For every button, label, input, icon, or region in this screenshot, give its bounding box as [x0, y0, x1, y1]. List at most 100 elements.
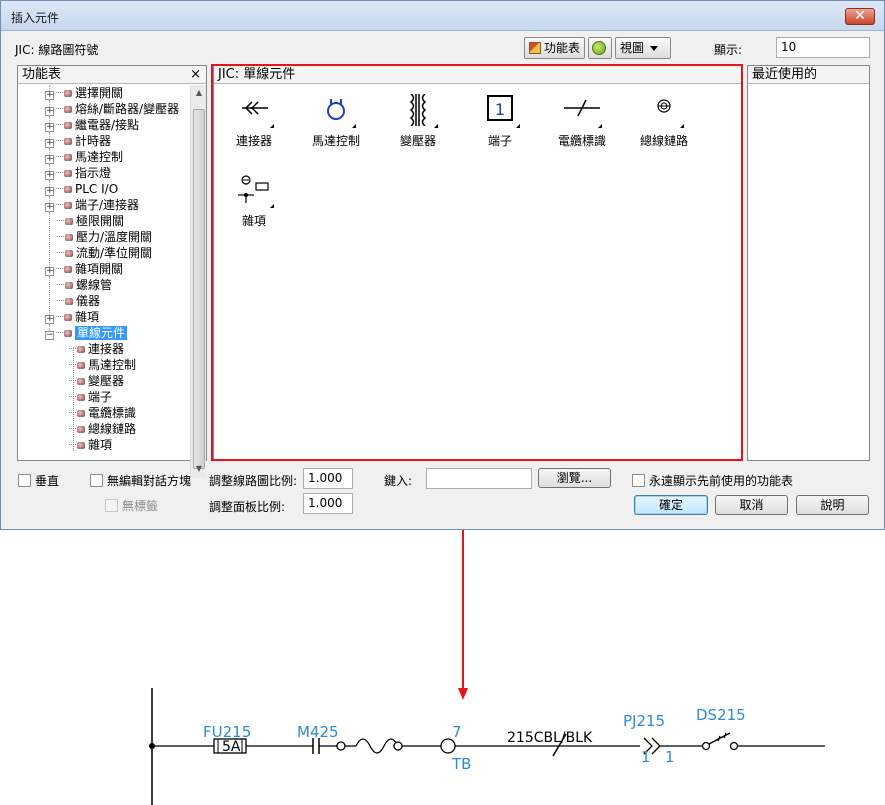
checkbox-box[interactable]	[90, 474, 103, 487]
node-icon	[77, 426, 85, 433]
schematic-scale-label: 調整線路圖比例:	[209, 474, 298, 488]
node-icon	[64, 170, 72, 177]
checkbox-box[interactable]	[105, 499, 118, 512]
tree-item[interactable]: 儀器	[57, 293, 100, 309]
type-input[interactable]	[426, 468, 532, 489]
panel-scale-input[interactable]: 1.000	[303, 493, 353, 514]
node-icon	[64, 122, 72, 129]
tree-child-item[interactable]: 變壓器	[69, 373, 124, 389]
pointer-arrow-head	[458, 688, 468, 700]
overload-coil-symbol	[355, 738, 399, 754]
tree-item[interactable]: + 熔絲/斷路器/變壓器	[45, 101, 179, 117]
menu-button-label: 功能表	[544, 41, 581, 55]
node-icon	[64, 202, 72, 209]
scrollbar-thumb[interactable]	[193, 109, 205, 469]
menu-button[interactable]: 功能表	[524, 37, 585, 59]
checkbox-box[interactable]	[632, 474, 645, 487]
no-edit-dialog-checkbox[interactable]: 無編輯對話方塊	[90, 472, 191, 489]
view-dropdown-label: 視圖	[620, 41, 645, 55]
tree-child-item[interactable]: 馬達控制	[69, 357, 136, 373]
node-icon	[64, 314, 72, 321]
browse-button[interactable]: 瀏覽...	[538, 468, 611, 488]
submenu-indicator-icon	[516, 124, 520, 128]
tree-item[interactable]: 極限開關	[57, 213, 124, 229]
submenu-indicator-icon	[352, 124, 356, 128]
menu-tree-title: 功能表	[22, 67, 62, 82]
switch-tag: DS215	[696, 706, 746, 724]
terminal-tag: TB	[451, 755, 471, 773]
tree-item[interactable]: + 繼電器/接點	[45, 117, 139, 133]
tree-item[interactable]: + 端子/連接器	[45, 197, 139, 213]
tree-item[interactable]: + 雜項	[45, 309, 99, 325]
transformer-icon	[409, 94, 427, 126]
icon-cell-cable-marker[interactable]: 電纜標識	[542, 94, 622, 164]
submenu-indicator-icon	[270, 124, 274, 128]
tree-child-item[interactable]: 電纜標識	[69, 405, 136, 421]
node-icon	[64, 186, 72, 193]
title-bar: 插入元件 ✕	[1, 1, 884, 31]
tree-child-item[interactable]: 雜項	[69, 437, 112, 453]
tree-child-item[interactable]: 連接器	[69, 341, 124, 357]
window-close-button[interactable]: ✕	[845, 8, 875, 25]
menu-tree-panel: 功能表 × + 選擇開關 + 熔絲/斷路器/變壓器 + 繼電器/接點 + 計時器 + 馬達…	[17, 65, 207, 478]
tree-item[interactable]: 壓力/溫度開關	[57, 229, 152, 245]
cancel-button[interactable]: 取消	[715, 495, 788, 515]
tree-item[interactable]: 流動/準位開關	[57, 245, 152, 261]
node-icon	[65, 234, 73, 241]
view-dropdown[interactable]: 視圖	[615, 37, 671, 59]
menu-path-label: JIC: 線路圖符號	[15, 43, 99, 57]
ok-button[interactable]: 確定	[634, 495, 708, 515]
connector-pin-right: 1	[665, 748, 675, 766]
panel-scale-label: 調整面板比例:	[209, 500, 286, 514]
node-icon	[64, 330, 72, 337]
node-icon	[65, 298, 73, 305]
tree-scrollbar[interactable]: ▲ ▼	[190, 85, 206, 478]
icon-cell-bus-link[interactable]: 總線鏈路	[624, 94, 704, 164]
icon-cell-transformer[interactable]: 變壓器	[378, 94, 458, 164]
tree-close-icon[interactable]: ×	[190, 66, 201, 83]
node-icon	[65, 282, 73, 289]
node-icon	[77, 442, 85, 449]
tree-item[interactable]: + 計時器	[45, 133, 111, 149]
scroll-down-icon[interactable]: ▼	[191, 461, 207, 477]
tree-item-single-line[interactable]: − 單線元件	[45, 325, 128, 341]
type-label: 鍵入:	[384, 474, 413, 488]
fuse-rating: 5A	[222, 739, 241, 755]
chevron-down-icon	[650, 46, 659, 51]
tree-item[interactable]: + PLC I/O	[45, 181, 118, 197]
no-tag-checkbox[interactable]: 無標籤	[105, 497, 158, 514]
menu-tree: + 選擇開關 + 熔絲/斷路器/變壓器 + 繼電器/接點 + 計時器 + 馬達控制 + 指示…	[18, 85, 206, 478]
motor-tag: M425	[297, 723, 339, 741]
always-show-recent-checkbox[interactable]: 永遠顯示先前使用的功能表	[632, 472, 793, 489]
tree-item[interactable]: 螺線管	[57, 277, 112, 293]
tree-item[interactable]: + 指示燈	[45, 165, 111, 181]
vertical-checkbox[interactable]: 垂直	[18, 472, 59, 489]
help-button[interactable]: 說明	[796, 495, 869, 515]
icon-cell-terminal[interactable]: 1 端子	[460, 94, 540, 164]
display-count-input[interactable]: 10	[776, 37, 870, 58]
motor-control-icon	[327, 99, 345, 120]
node-icon	[64, 90, 72, 97]
icon-cell-motor-control[interactable]: 馬達控制	[296, 94, 376, 164]
tree-item[interactable]: + 雜項開關	[45, 261, 123, 277]
connector-tag: PJ215	[623, 712, 665, 730]
terminal-glyph: 1	[495, 100, 505, 119]
submenu-indicator-icon	[434, 124, 438, 128]
scroll-up-icon[interactable]: ▲	[191, 85, 207, 101]
checkbox-box[interactable]	[18, 474, 31, 487]
schematic-scale-input[interactable]: 1.000	[303, 468, 353, 489]
node-icon	[64, 154, 72, 161]
icon-cell-connector[interactable]: 連接器	[214, 94, 294, 164]
icon-cell-misc[interactable]: 雜項	[214, 174, 294, 244]
back-button[interactable]	[588, 37, 612, 59]
misc-icon	[238, 175, 269, 203]
menu-icon	[529, 42, 541, 54]
tree-item[interactable]: + 選擇開關	[45, 85, 123, 101]
window-title: 插入元件	[11, 11, 60, 25]
tree-child-item[interactable]: 總線鏈路	[69, 421, 136, 437]
submenu-indicator-icon	[270, 204, 274, 208]
node-icon	[65, 250, 73, 257]
recent-panel-header: 最近使用的	[748, 66, 869, 84]
tree-item[interactable]: + 馬達控制	[45, 149, 123, 165]
tree-child-item[interactable]: 端子	[69, 389, 112, 405]
